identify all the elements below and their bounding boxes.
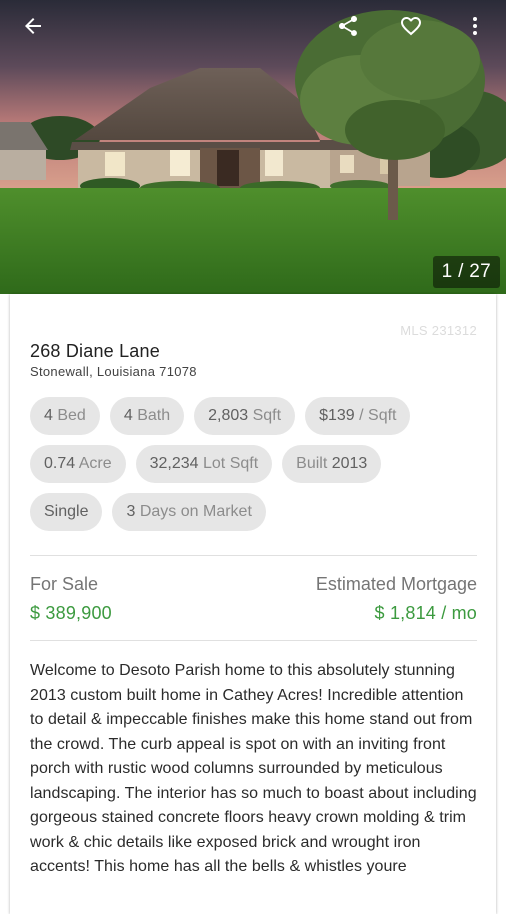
share-icon <box>339 16 357 36</box>
more-vertical-icon <box>473 17 477 35</box>
back-button[interactable] <box>13 6 53 46</box>
heart-outline-icon <box>401 17 421 36</box>
arrow-back-icon <box>25 18 41 34</box>
chip-days-on-market: 3 Days on Market <box>112 493 266 531</box>
chip-property-type: Single <box>30 493 103 531</box>
facts-row: 4 Bed 4 Bath 2,803 Sqft $139 / Sqft <box>30 397 480 435</box>
mortgage-label: Estimated Mortgage <box>315 574 477 594</box>
more-options-button[interactable] <box>455 6 495 46</box>
property-facts: 4 Bed 4 Bath 2,803 Sqft $139 / Sqft 0.74… <box>30 397 480 541</box>
address-street: 268 Diane Lane <box>30 341 160 361</box>
facts-row: Single 3 Days on Market <box>30 493 480 531</box>
favorite-button[interactable] <box>391 6 431 46</box>
chip-lot-sqft: 32,234 Lot Sqft <box>135 445 273 483</box>
facts-row: 0.74 Acre 32,234 Lot Sqft Built 2013 <box>30 445 480 483</box>
mortgage-value[interactable]: $ 1,814 / mo <box>375 603 477 624</box>
price-value: $ 389,900 <box>30 603 112 623</box>
address-city-state: Stonewall, Louisiana 71078 <box>30 364 197 379</box>
listing-description: Welcome to Desoto Parish home to this ab… <box>30 662 477 875</box>
chip-acre: 0.74 Acre <box>30 445 126 483</box>
divider <box>30 555 477 556</box>
photo-toolbar <box>0 0 506 52</box>
share-button[interactable] <box>328 6 368 46</box>
listing-details-card: MLS 231312 268 Diane Lane Stonewall, Lou… <box>10 294 496 914</box>
chip-year-built: Built 2013 <box>282 445 382 483</box>
property-photo-gallery[interactable]: 1 / 27 <box>0 0 506 294</box>
chip-sqft: 2,803 Sqft <box>194 397 296 435</box>
chip-price-per-sqft: $139 / Sqft <box>305 397 411 435</box>
mls-number: MLS 231312 <box>400 323 477 338</box>
photo-counter: 1 / 27 <box>432 256 500 288</box>
divider <box>30 640 477 641</box>
chip-baths: 4 Bath <box>109 397 185 435</box>
chip-beds: 4 Bed <box>30 397 100 435</box>
status-label: For Sale <box>30 574 99 594</box>
